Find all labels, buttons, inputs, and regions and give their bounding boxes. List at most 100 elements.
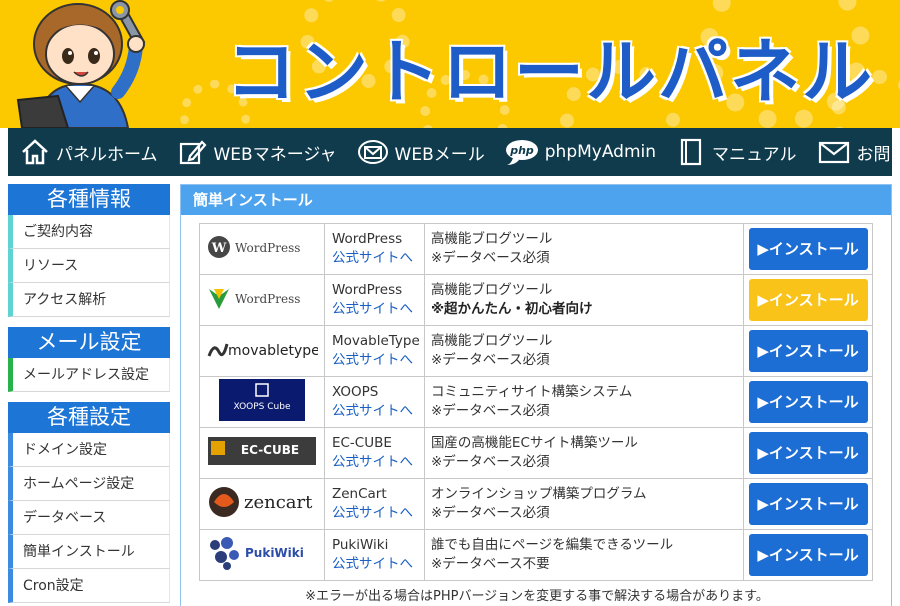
panel-title: 簡単インストール [181, 185, 891, 215]
movabletype-logo: movabletype [206, 334, 318, 364]
official-site-link[interactable]: 公式サイトへ [332, 555, 424, 574]
button-cell: ▶インストール [743, 427, 873, 479]
name-cell: PukiWiki 公式サイトへ [323, 529, 425, 581]
button-cell: ▶インストール [743, 274, 873, 326]
install-xoops-button[interactable]: ▶インストール [748, 381, 868, 423]
svg-text:EC-CUBE: EC-CUBE [241, 443, 299, 457]
wordpress-easy-logo: WordPress [206, 283, 318, 313]
sidebar-item-cron[interactable]: Cron設定 [8, 569, 170, 603]
install-eccube-button[interactable]: ▶インストール [748, 432, 868, 474]
envelope-icon [818, 141, 849, 164]
sidebar-item-resources[interactable]: リソース [8, 249, 170, 283]
name-cell: ZenCart 公式サイトへ [323, 478, 425, 530]
sidebar-section-title: メール設定 [8, 327, 170, 358]
sidebar-item-access-analysis[interactable]: アクセス解析 [8, 283, 170, 317]
official-site-link[interactable]: 公式サイトへ [332, 300, 424, 319]
install-movabletype-button[interactable]: ▶インストール [748, 330, 868, 372]
sidebar-item-mail-address[interactable]: メールアドレス設定 [8, 358, 170, 392]
nav-label: パネルホーム [56, 144, 158, 165]
app-description: 高機能ブログツール [430, 231, 553, 247]
install-pukiwiki-button[interactable]: ▶インストール [748, 534, 868, 576]
nav-label: お問い合わせ [856, 144, 900, 165]
nav-item-web-manager[interactable]: WEBマネージャ [178, 128, 337, 176]
official-site-link[interactable]: 公式サイトへ [332, 504, 424, 523]
nav-item-manual[interactable]: マニュアル [676, 128, 797, 176]
sidebar: 各種情報 ご契約内容 リソース アクセス解析 メール設定 メールアドレス設定 各… [8, 184, 170, 603]
official-site-link[interactable]: 公式サイトへ [332, 402, 424, 421]
logo-cell: WordPress [199, 274, 325, 326]
table-row: EC-CUBE EC-CUBE 公式サイトへ 国産の高機能ECサイト構築ツール … [199, 427, 873, 479]
php-icon: php [505, 140, 538, 165]
logo-cell: movabletype [199, 325, 325, 377]
sidebar-item-domain[interactable]: ドメイン設定 [8, 433, 170, 467]
table-row: PukiWiki PukiWiki 公式サイトへ 誰でも自由にページを編集できる… [199, 529, 873, 581]
logo-cell: zencart [199, 478, 325, 530]
wordpress-logo: W WordPress [206, 232, 318, 262]
install-table: W WordPress WordPress 公式サイトへ 高機能ブログツール ※… [199, 223, 873, 581]
nav-label: phpMyAdmin [544, 142, 657, 162]
top-navigation: パネルホーム WEBマネージャ WEBメール php phpMyAdmin マニ… [8, 128, 900, 176]
app-name: WordPress [331, 231, 403, 247]
desc-cell: 高機能ブログツール ※超かんたん・初心者向け [423, 274, 745, 326]
app-note: ※データベース必須 [430, 403, 550, 419]
nav-item-phpmyadmin[interactable]: php phpMyAdmin [505, 128, 656, 176]
official-site-link[interactable]: 公式サイトへ [332, 453, 424, 472]
app-name: ZenCart [331, 486, 387, 502]
install-wordpress-easy-button[interactable]: ▶インストール [748, 279, 868, 321]
app-description: 高機能ブログツール [430, 282, 553, 298]
table-row: WordPress WordPress 公式サイトへ 高機能ブログツール ※超か… [199, 274, 873, 326]
nav-item-web-mail[interactable]: WEBメール [357, 128, 485, 176]
table-row: zencart ZenCart 公式サイトへ オンラインショップ構築プログラム … [199, 478, 873, 530]
app-description: 高機能ブログツール [430, 333, 553, 349]
sidebar-item-easy-install[interactable]: 簡単インストール [8, 535, 170, 569]
svg-text:WordPress: WordPress [235, 292, 300, 306]
logo-cell: W WordPress [199, 223, 325, 275]
app-note: ※データベース必須 [430, 505, 550, 521]
svg-text:W: W [211, 241, 227, 256]
app-note: ※データベース不要 [430, 556, 550, 572]
official-site-link[interactable]: 公式サイトへ [332, 351, 424, 370]
home-icon [22, 139, 48, 165]
app-note: ※データベース必須 [430, 352, 550, 368]
nav-label: WEBメール [394, 144, 485, 165]
edit-icon [179, 140, 206, 165]
app-description: オンラインショップ構築プログラム [430, 486, 647, 502]
logo-cell: PukiWiki [199, 529, 325, 581]
sidebar-item-homepage[interactable]: ホームページ設定 [8, 467, 170, 501]
mail-globe-icon [357, 140, 388, 164]
eccube-logo: EC-CUBE [207, 437, 316, 465]
app-description: コミュニティサイト構築システム [430, 384, 633, 400]
app-description: 誰でも自由にページを編集できるツール [430, 537, 674, 553]
button-cell: ▶インストール [743, 325, 873, 377]
nav-label: マニュアル [712, 144, 797, 165]
svg-text:movabletype: movabletype [228, 343, 318, 359]
table-row: XOOPS Cube XOOPS 公式サイトへ コミュニティサイト構築システム … [199, 376, 873, 428]
official-site-link[interactable]: 公式サイトへ [332, 249, 424, 268]
desc-cell: 国産の高機能ECサイト構築ツール ※データベース必須 [423, 427, 745, 479]
mascot-illustration [16, 0, 146, 128]
button-cell: ▶インストール [743, 529, 873, 581]
nav-label: WEBマネージャ [213, 144, 337, 165]
name-cell: EC-CUBE 公式サイトへ [323, 427, 425, 479]
install-wordpress-button[interactable]: ▶インストール [748, 228, 868, 270]
desc-cell: コミュニティサイト構築システム ※データベース必須 [423, 376, 745, 428]
main-panel: 簡単インストール W WordPress WordPress 公式サイトへ 高機… [180, 184, 892, 606]
sidebar-item-contract[interactable]: ご契約内容 [8, 215, 170, 249]
desc-cell: 誰でも自由にページを編集できるツール ※データベース不要 [423, 529, 745, 581]
nav-item-contact[interactable]: お問い合わせ [817, 128, 900, 176]
button-cell: ▶インストール [743, 223, 873, 275]
install-zencart-button[interactable]: ▶インストール [748, 483, 868, 525]
desc-cell: 高機能ブログツール ※データベース必須 [423, 325, 745, 377]
nav-item-panel-home[interactable]: パネルホーム [20, 128, 158, 176]
svg-text:php: php [509, 144, 534, 157]
zencart-logo: zencart [208, 483, 316, 521]
sidebar-item-database[interactable]: データベース [8, 501, 170, 535]
app-note: ※データベース必須 [430, 250, 550, 266]
app-name: MovableType [331, 333, 420, 349]
app-note: ※データベース必須 [430, 454, 550, 470]
app-description: 国産の高機能ECサイト構築ツール [430, 435, 638, 451]
svg-text:XOOPS Cube: XOOPS Cube [233, 402, 290, 412]
app-note: ※超かんたん・初心者向け [430, 301, 593, 317]
xoops-logo: XOOPS Cube [218, 379, 305, 421]
